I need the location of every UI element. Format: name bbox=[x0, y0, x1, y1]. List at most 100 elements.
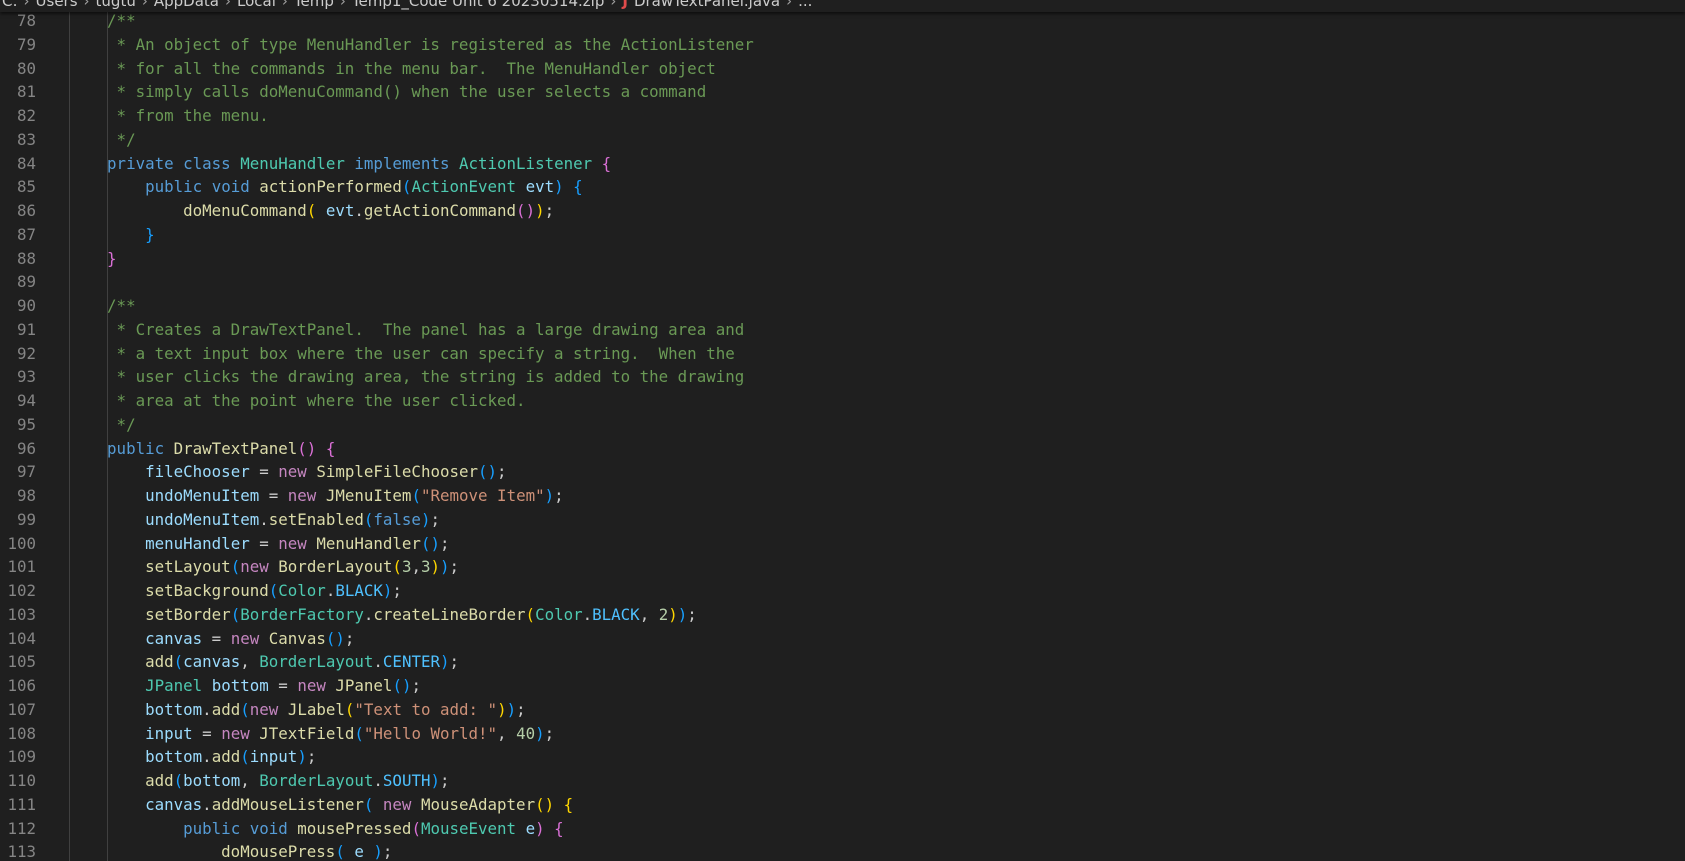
line-number: 100 bbox=[7, 533, 36, 553]
code-line[interactable]: 98 undoMenuItem = new JMenuItem("Remove … bbox=[0, 484, 1685, 508]
code-token: BorderLayout bbox=[259, 771, 374, 790]
code-line[interactable]: 99 undoMenuItem.setEnabled(false); bbox=[0, 508, 1685, 532]
line-text: */ bbox=[69, 413, 136, 437]
code-line[interactable]: 103 setBorder(BorderFactory.createLineBo… bbox=[0, 603, 1685, 627]
line-number: 88 bbox=[16, 248, 36, 268]
line-number: 90 bbox=[16, 296, 36, 315]
code-line[interactable]: 89 bbox=[0, 270, 1685, 294]
code-line[interactable]: 111 canvas.addMouseListener( new MouseAd… bbox=[0, 793, 1685, 817]
code-token: canvas bbox=[183, 652, 241, 672]
code-token: ) bbox=[440, 557, 450, 577]
breadcrumb-item[interactable]: Local bbox=[237, 0, 276, 10]
code-token: public bbox=[145, 177, 203, 197]
code-line[interactable]: 80 * for all the commands in the menu ba… bbox=[0, 57, 1685, 81]
code-token: "Hello World!" bbox=[363, 723, 498, 743]
code-token: ; bbox=[344, 628, 355, 648]
code-token: . bbox=[354, 201, 364, 220]
line-text: * a text input box where the user can sp… bbox=[69, 342, 735, 366]
code-token: ; bbox=[439, 533, 450, 553]
code-line[interactable]: 105 add(canvas, BorderLayout.CENTER); bbox=[0, 650, 1685, 674]
code-token: ) bbox=[497, 699, 507, 719]
code-line[interactable]: 100 menuHandler = new MenuHandler(); bbox=[0, 532, 1685, 556]
code-line[interactable]: 92 * a text input box where the user can… bbox=[0, 342, 1685, 366]
code-token: actionPerformed bbox=[259, 177, 402, 197]
code-line[interactable]: 90 /** bbox=[0, 294, 1685, 318]
line-number: 79 bbox=[16, 34, 36, 54]
code-token: () bbox=[535, 794, 555, 814]
code-token: ( bbox=[230, 604, 241, 624]
code-line[interactable]: 108 input = new JTextField("Hello World!… bbox=[0, 722, 1685, 746]
code-token: JLabel bbox=[287, 699, 345, 719]
code-token: . bbox=[202, 699, 212, 719]
code-line[interactable]: 93 * user clicks the drawing area, the s… bbox=[0, 365, 1685, 389]
code-token: "Text to add: " bbox=[354, 699, 498, 719]
code-line[interactable]: 95 */ bbox=[0, 413, 1685, 437]
breadcrumb-item[interactable]: Users bbox=[36, 0, 78, 10]
code-token: private bbox=[107, 153, 174, 173]
code-line[interactable]: 113 doMousePress( e ); bbox=[0, 840, 1685, 861]
code-token: * from the menu. bbox=[69, 106, 269, 125]
code-line[interactable]: 82 * from the menu. bbox=[0, 104, 1685, 128]
code-token: . bbox=[259, 509, 269, 529]
line-number: 87 bbox=[16, 224, 36, 244]
code-line[interactable]: 91 * Creates a DrawTextPanel. The panel … bbox=[0, 318, 1685, 342]
code-line[interactable]: 88 } bbox=[0, 247, 1685, 271]
code-token: ) bbox=[677, 604, 688, 624]
code-token: canvas bbox=[145, 628, 203, 648]
code-line[interactable]: 84 private class MenuHandler implements … bbox=[0, 152, 1685, 176]
code-line[interactable]: 102 setBackground(Color.BLACK); bbox=[0, 579, 1685, 603]
line-number: 97 bbox=[16, 462, 36, 482]
line-text: private class MenuHandler implements Act… bbox=[69, 152, 611, 176]
code-line[interactable]: 79 * An object of type MenuHandler is re… bbox=[0, 33, 1685, 57]
breadcrumb-item[interactable]: Temp bbox=[294, 0, 334, 10]
code-line[interactable]: 85 public void actionPerformed(ActionEve… bbox=[0, 175, 1685, 199]
line-number: 105 bbox=[7, 652, 36, 672]
code-token: ( bbox=[411, 818, 421, 838]
code-token: JPanel bbox=[145, 676, 203, 695]
code-line[interactable]: 101 setLayout(new BorderLayout(3,3)); bbox=[0, 555, 1685, 579]
code-line[interactable]: 96 public DrawTextPanel() { bbox=[0, 437, 1685, 461]
code-line[interactable]: 104 canvas = new Canvas(); bbox=[0, 627, 1685, 651]
code-token: fileChooser bbox=[145, 462, 250, 482]
code-line[interactable]: 78 /** bbox=[0, 9, 1685, 33]
code-line[interactable]: 94 * area at the point where the user cl… bbox=[0, 389, 1685, 413]
code-line[interactable]: 109 bottom.add(input); bbox=[0, 745, 1685, 769]
code-token: /** bbox=[69, 296, 136, 315]
code-token: ( bbox=[354, 723, 364, 743]
code-line[interactable]: 83 */ bbox=[0, 128, 1685, 152]
code-line[interactable]: 107 bottom.add(new JLabel("Text to add: … bbox=[0, 698, 1685, 722]
breadcrumb-item[interactable]: DrawTextPanel.java bbox=[634, 0, 780, 10]
code-token: ( bbox=[240, 747, 250, 767]
code-token: JTextField bbox=[259, 723, 355, 743]
code-line[interactable]: 112 public void mousePressed(MouseEvent … bbox=[0, 817, 1685, 841]
java-file-icon: J bbox=[622, 0, 628, 10]
breadcrumb-item[interactable]: AppData bbox=[154, 0, 219, 10]
code-line[interactable]: 81 * simply calls doMenuCommand() when t… bbox=[0, 80, 1685, 104]
code-line[interactable]: 87 } bbox=[0, 223, 1685, 247]
code-token: ( bbox=[363, 509, 374, 529]
code-token: ( bbox=[401, 177, 412, 197]
breadcrumb-item[interactable]: C: bbox=[2, 0, 18, 10]
breadcrumb-item[interactable]: Temp1_Code Unit 6 20230514.zip bbox=[352, 0, 604, 10]
code-token: new bbox=[230, 628, 260, 648]
code-editor[interactable]: 78 /** 79 * An object of type MenuHandler… bbox=[0, 9, 1685, 861]
code-token: , bbox=[639, 604, 659, 624]
code-token: * An object of type MenuHandler is regis… bbox=[69, 34, 754, 54]
breadcrumb-item[interactable]: tugtu bbox=[96, 0, 136, 10]
code-line[interactable]: 106 JPanel bottom = new JPanel(); bbox=[0, 674, 1685, 698]
code-line[interactable]: 110 add(bottom, BorderLayout.SOUTH); bbox=[0, 769, 1685, 793]
code-token: ) bbox=[430, 771, 440, 790]
breadcrumb-item[interactable]: ... bbox=[798, 0, 812, 10]
code-line[interactable]: 97 fileChooser = new SimpleFileChooser()… bbox=[0, 460, 1685, 484]
line-number: 82 bbox=[16, 106, 36, 125]
code-token: class bbox=[183, 153, 231, 173]
code-token: = bbox=[249, 462, 279, 482]
code-line[interactable]: 86 doMenuCommand( evt.getActionCommand()… bbox=[0, 199, 1685, 223]
